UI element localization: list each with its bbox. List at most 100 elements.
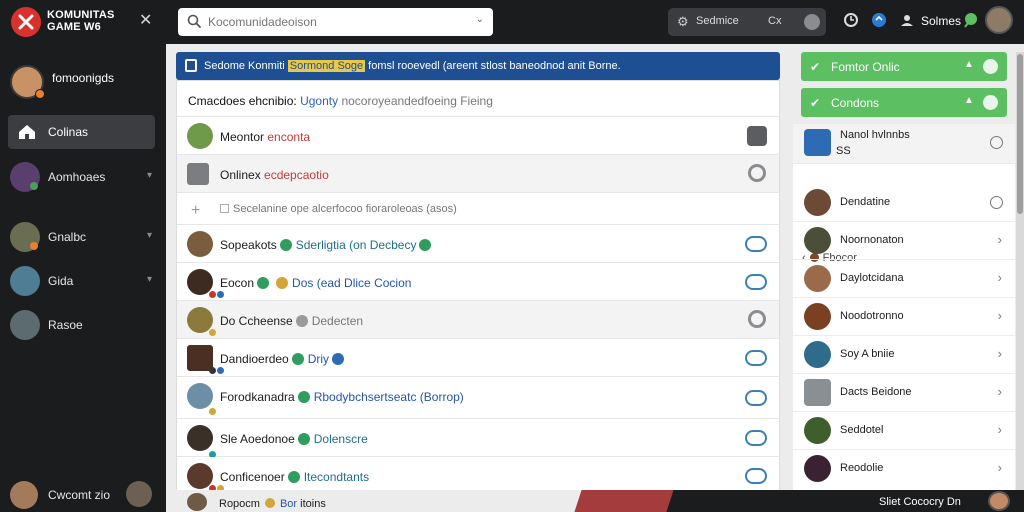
- list-item[interactable]: Noornonaton ›: [793, 222, 1015, 260]
- conditions-section-header[interactable]: ✔ Condons ▲: [801, 88, 1007, 117]
- award-icon: [264, 498, 275, 508]
- friend-avatar: [804, 455, 831, 482]
- list-item[interactable]: Conficenoer Itecondtants: [177, 457, 779, 492]
- list-item[interactable]: Reodolie ›: [793, 450, 1015, 488]
- action-button[interactable]: [745, 274, 767, 290]
- status-label: Sedmice: [696, 15, 739, 27]
- badge-icon: [209, 291, 216, 298]
- member-avatar: [187, 493, 207, 511]
- app-title-line2: GAME W6: [47, 21, 101, 33]
- banner-body: fomsl rooevedl (areent stlost baneodnod …: [368, 60, 621, 72]
- profile-name[interactable]: fomoonigds: [52, 71, 114, 85]
- list-item[interactable]: Meontor enconta: [177, 117, 779, 155]
- list-item[interactable]: Dacts Beidone ›: [793, 374, 1015, 412]
- action-button[interactable]: [745, 390, 767, 406]
- list-item[interactable]: Noodotronno ›: [793, 298, 1015, 336]
- chevron-right-icon[interactable]: ›: [998, 308, 1002, 323]
- checkmark-icon: [187, 163, 209, 185]
- chevron-right-icon[interactable]: ›: [998, 232, 1002, 247]
- scrollbar[interactable]: [1016, 52, 1024, 490]
- collapse-icon[interactable]: ▲: [964, 59, 974, 70]
- action-button[interactable]: [745, 468, 767, 484]
- scrollbar-thumb[interactable]: [1017, 54, 1023, 214]
- sidebar-footer[interactable]: Cwcomt zio: [10, 481, 156, 511]
- user-name[interactable]: Solmes: [921, 14, 961, 28]
- action-button[interactable]: [745, 430, 767, 446]
- member-name-text: Secelanine ope alcerfocoo fioraroleoas (…: [233, 203, 457, 215]
- sidebar-item-group-2[interactable]: Gnalbc ▾: [10, 220, 156, 256]
- member-status: Sderligtia (on Decbecy: [295, 238, 417, 252]
- member-status: enconta: [267, 130, 311, 144]
- radio-button[interactable]: [990, 136, 1003, 149]
- sidebar-item-home[interactable]: Colinas: [8, 115, 155, 149]
- verified-icon: [287, 471, 300, 483]
- list-item[interactable]: Eocon Dos (ead Dlice Cocion: [177, 263, 779, 301]
- sidebar-item-group-1[interactable]: Aomhoaes ▾: [10, 160, 156, 196]
- collapse-icon[interactable]: ▲: [964, 95, 974, 106]
- caret-down-icon[interactable]: ▾: [147, 274, 152, 285]
- chevron-right-icon[interactable]: ›: [998, 422, 1002, 437]
- list-item[interactable]: Forodkanadra Rbodybchsertseatc (Borrop): [177, 377, 779, 419]
- message-button[interactable]: [747, 126, 767, 146]
- app-logo[interactable]: [11, 7, 41, 37]
- friend-name: Noodotronno: [840, 310, 904, 322]
- close-icon[interactable]: ✕: [139, 11, 152, 31]
- bottom-avatar[interactable]: [988, 491, 1010, 511]
- plus-icon[interactable]: +: [191, 202, 200, 220]
- action-button[interactable]: [745, 350, 767, 366]
- list-item[interactable]: Sle Aoedonoe Dolenscre: [177, 419, 779, 458]
- list-item[interactable]: Onlinex ecdepcaotio: [177, 155, 779, 193]
- card-header-filter[interactable]: Ugonty: [300, 94, 338, 108]
- list-item[interactable]: Daylotcidana ›: [793, 260, 1015, 298]
- list-item[interactable]: Seddotel ›: [793, 412, 1015, 450]
- search-bar[interactable]: ⌄: [178, 8, 493, 36]
- friend-avatar: [804, 341, 831, 368]
- settings-icon[interactable]: [983, 95, 998, 110]
- sidebar-item-group-4[interactable]: Rasoe: [10, 308, 156, 344]
- checkbox-icon[interactable]: [220, 204, 229, 213]
- online-section-header[interactable]: ✔ Fomtor Onlic ▲: [801, 52, 1007, 81]
- list-item[interactable]: Nanol hvlnnbs SS: [793, 124, 1015, 164]
- list-item[interactable]: Sopeakots Sderligtia (on Decbecy: [177, 225, 779, 263]
- verified-icon: [257, 277, 270, 289]
- sidebar-item-group-3[interactable]: Gida ▾: [10, 264, 156, 300]
- refresh-button[interactable]: [748, 164, 766, 182]
- chevron-right-icon[interactable]: ›: [998, 346, 1002, 361]
- badge-icon: [209, 408, 216, 415]
- list-item[interactable]: + Secelanine ope alcerfocoo fioraroleoas…: [177, 193, 779, 225]
- list-item[interactable]: Dendatine: [793, 184, 1015, 222]
- status-toggle-icon[interactable]: [804, 14, 820, 30]
- bottom-bar-accent: [574, 490, 674, 512]
- status-selector[interactable]: ⚙ Sedmice Cx: [668, 8, 826, 36]
- badge-icon: [217, 291, 224, 298]
- caret-down-icon[interactable]: ▾: [147, 170, 152, 181]
- gear-icon: ⚙: [677, 14, 689, 29]
- footer-avatar-secondary[interactable]: [126, 481, 152, 507]
- member-avatar: [187, 231, 213, 257]
- notification-icon[interactable]: [871, 12, 887, 28]
- chevron-right-icon[interactable]: ›: [998, 384, 1002, 399]
- group-avatar: [10, 266, 40, 296]
- section-title: Fomtor Onlic: [831, 60, 900, 74]
- settings-icon[interactable]: [983, 59, 998, 74]
- friends-icon[interactable]: [899, 12, 915, 28]
- award-icon: [276, 277, 289, 289]
- list-item[interactable]: Dandioerdeo Driy: [177, 339, 779, 377]
- user-avatar[interactable]: [985, 6, 1013, 34]
- list-item[interactable]: Do Ccheense Dedecten: [177, 301, 779, 339]
- search-input[interactable]: [208, 12, 458, 32]
- member-status: Itecondtants: [303, 470, 370, 484]
- profile-avatar[interactable]: [10, 65, 45, 99]
- radio-button[interactable]: [990, 196, 1003, 209]
- bottom-member[interactable]: Ropocm Bor itoins: [219, 498, 326, 510]
- chat-icon[interactable]: [962, 12, 978, 28]
- action-button[interactable]: [745, 236, 767, 252]
- chevron-right-icon[interactable]: ›: [998, 270, 1002, 285]
- chevron-right-icon[interactable]: ›: [998, 460, 1002, 475]
- caret-down-icon[interactable]: ▾: [147, 230, 152, 241]
- clock-icon[interactable]: [843, 12, 859, 28]
- chevron-down-icon[interactable]: ⌄: [476, 14, 484, 25]
- refresh-button[interactable]: [748, 310, 766, 328]
- member-status: Rbodybchsertseatc (Borrop): [313, 390, 464, 404]
- list-item[interactable]: Soy A bniie ›: [793, 336, 1015, 374]
